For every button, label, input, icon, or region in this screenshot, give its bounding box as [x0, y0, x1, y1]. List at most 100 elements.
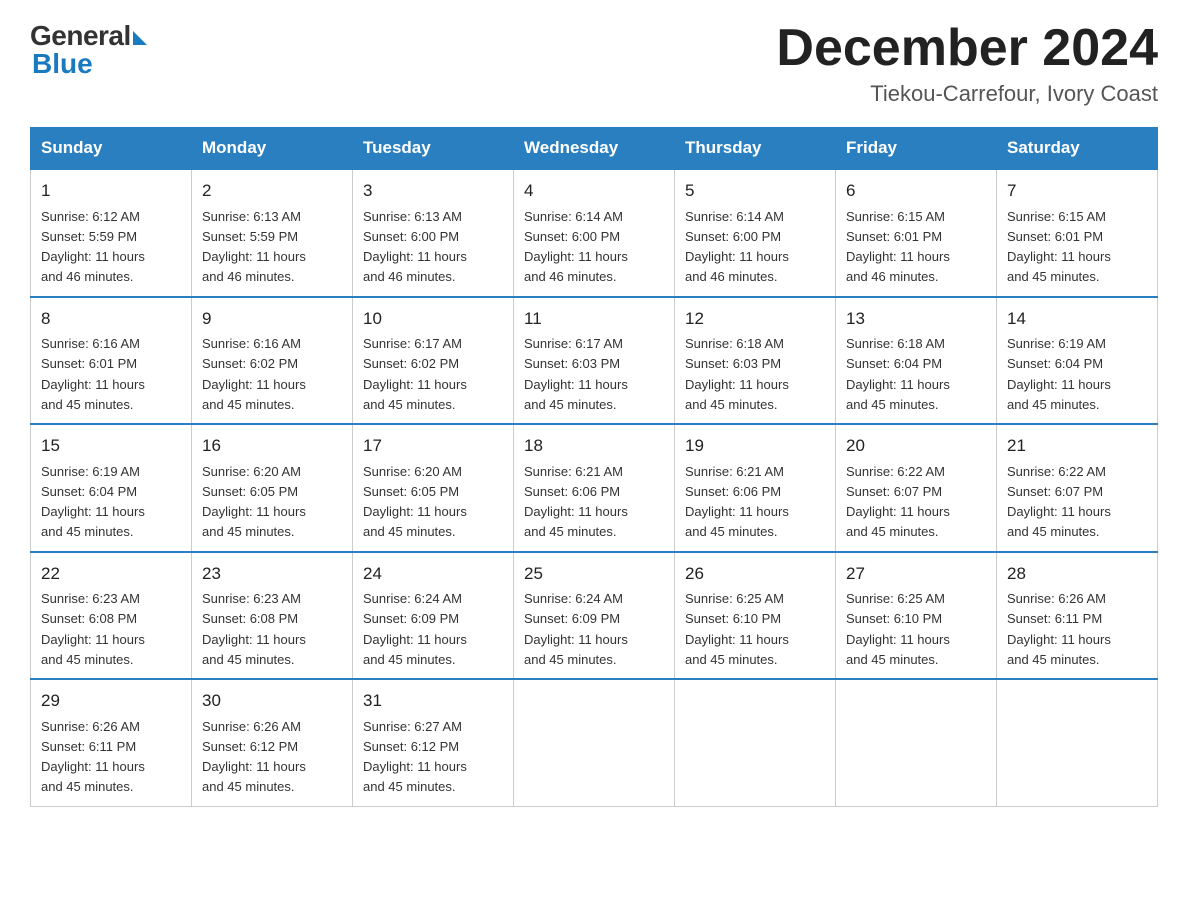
calendar-body: 1 Sunrise: 6:12 AMSunset: 5:59 PMDayligh…: [31, 169, 1158, 806]
calendar-day-cell: 31 Sunrise: 6:27 AMSunset: 6:12 PMDaylig…: [353, 679, 514, 806]
day-number: 7: [1007, 178, 1147, 204]
month-title: December 2024: [776, 20, 1158, 77]
calendar-day-cell: 7 Sunrise: 6:15 AMSunset: 6:01 PMDayligh…: [997, 169, 1158, 297]
day-number: 29: [41, 688, 181, 714]
day-info: Sunrise: 6:15 AMSunset: 6:01 PMDaylight:…: [1007, 209, 1111, 285]
day-number: 5: [685, 178, 825, 204]
day-number: 30: [202, 688, 342, 714]
calendar-day-cell: 15 Sunrise: 6:19 AMSunset: 6:04 PMDaylig…: [31, 424, 192, 552]
calendar-header-cell: Tuesday: [353, 128, 514, 170]
calendar-header-cell: Sunday: [31, 128, 192, 170]
day-number: 26: [685, 561, 825, 587]
day-info: Sunrise: 6:27 AMSunset: 6:12 PMDaylight:…: [363, 719, 467, 795]
calendar-day-cell: 18 Sunrise: 6:21 AMSunset: 6:06 PMDaylig…: [514, 424, 675, 552]
calendar-day-cell: 24 Sunrise: 6:24 AMSunset: 6:09 PMDaylig…: [353, 552, 514, 680]
day-number: 17: [363, 433, 503, 459]
day-info: Sunrise: 6:17 AMSunset: 6:02 PMDaylight:…: [363, 336, 467, 412]
calendar-day-cell: 22 Sunrise: 6:23 AMSunset: 6:08 PMDaylig…: [31, 552, 192, 680]
location-title: Tiekou-Carrefour, Ivory Coast: [776, 81, 1158, 107]
day-number: 16: [202, 433, 342, 459]
calendar-day-cell: [836, 679, 997, 806]
day-info: Sunrise: 6:15 AMSunset: 6:01 PMDaylight:…: [846, 209, 950, 285]
day-info: Sunrise: 6:22 AMSunset: 6:07 PMDaylight:…: [846, 464, 950, 540]
calendar-table: SundayMondayTuesdayWednesdayThursdayFrid…: [30, 127, 1158, 807]
calendar-day-cell: 12 Sunrise: 6:18 AMSunset: 6:03 PMDaylig…: [675, 297, 836, 425]
day-info: Sunrise: 6:26 AMSunset: 6:12 PMDaylight:…: [202, 719, 306, 795]
calendar-day-cell: 10 Sunrise: 6:17 AMSunset: 6:02 PMDaylig…: [353, 297, 514, 425]
calendar-header-cell: Friday: [836, 128, 997, 170]
day-info: Sunrise: 6:26 AMSunset: 6:11 PMDaylight:…: [41, 719, 145, 795]
calendar-day-cell: 11 Sunrise: 6:17 AMSunset: 6:03 PMDaylig…: [514, 297, 675, 425]
day-info: Sunrise: 6:13 AMSunset: 5:59 PMDaylight:…: [202, 209, 306, 285]
day-info: Sunrise: 6:23 AMSunset: 6:08 PMDaylight:…: [202, 591, 306, 667]
calendar-day-cell: 17 Sunrise: 6:20 AMSunset: 6:05 PMDaylig…: [353, 424, 514, 552]
day-info: Sunrise: 6:18 AMSunset: 6:04 PMDaylight:…: [846, 336, 950, 412]
calendar-day-cell: 1 Sunrise: 6:12 AMSunset: 5:59 PMDayligh…: [31, 169, 192, 297]
day-number: 10: [363, 306, 503, 332]
day-number: 20: [846, 433, 986, 459]
calendar-header-row: SundayMondayTuesdayWednesdayThursdayFrid…: [31, 128, 1158, 170]
calendar-day-cell: 20 Sunrise: 6:22 AMSunset: 6:07 PMDaylig…: [836, 424, 997, 552]
calendar-day-cell: 25 Sunrise: 6:24 AMSunset: 6:09 PMDaylig…: [514, 552, 675, 680]
calendar-day-cell: 5 Sunrise: 6:14 AMSunset: 6:00 PMDayligh…: [675, 169, 836, 297]
day-number: 1: [41, 178, 181, 204]
calendar-day-cell: 27 Sunrise: 6:25 AMSunset: 6:10 PMDaylig…: [836, 552, 997, 680]
calendar-header-cell: Wednesday: [514, 128, 675, 170]
calendar-day-cell: 9 Sunrise: 6:16 AMSunset: 6:02 PMDayligh…: [192, 297, 353, 425]
calendar-header-cell: Saturday: [997, 128, 1158, 170]
calendar-day-cell: 8 Sunrise: 6:16 AMSunset: 6:01 PMDayligh…: [31, 297, 192, 425]
calendar-day-cell: 16 Sunrise: 6:20 AMSunset: 6:05 PMDaylig…: [192, 424, 353, 552]
day-info: Sunrise: 6:13 AMSunset: 6:00 PMDaylight:…: [363, 209, 467, 285]
day-info: Sunrise: 6:25 AMSunset: 6:10 PMDaylight:…: [846, 591, 950, 667]
day-info: Sunrise: 6:20 AMSunset: 6:05 PMDaylight:…: [202, 464, 306, 540]
day-number: 25: [524, 561, 664, 587]
day-info: Sunrise: 6:18 AMSunset: 6:03 PMDaylight:…: [685, 336, 789, 412]
calendar-day-cell: 13 Sunrise: 6:18 AMSunset: 6:04 PMDaylig…: [836, 297, 997, 425]
day-info: Sunrise: 6:25 AMSunset: 6:10 PMDaylight:…: [685, 591, 789, 667]
calendar-week-row: 1 Sunrise: 6:12 AMSunset: 5:59 PMDayligh…: [31, 169, 1158, 297]
calendar-day-cell: 6 Sunrise: 6:15 AMSunset: 6:01 PMDayligh…: [836, 169, 997, 297]
day-number: 2: [202, 178, 342, 204]
day-info: Sunrise: 6:19 AMSunset: 6:04 PMDaylight:…: [41, 464, 145, 540]
day-number: 15: [41, 433, 181, 459]
calendar-day-cell: [675, 679, 836, 806]
day-number: 9: [202, 306, 342, 332]
day-info: Sunrise: 6:23 AMSunset: 6:08 PMDaylight:…: [41, 591, 145, 667]
calendar-day-cell: 30 Sunrise: 6:26 AMSunset: 6:12 PMDaylig…: [192, 679, 353, 806]
day-info: Sunrise: 6:21 AMSunset: 6:06 PMDaylight:…: [524, 464, 628, 540]
calendar-week-row: 29 Sunrise: 6:26 AMSunset: 6:11 PMDaylig…: [31, 679, 1158, 806]
title-section: December 2024 Tiekou-Carrefour, Ivory Co…: [776, 20, 1158, 107]
calendar-day-cell: [514, 679, 675, 806]
day-number: 22: [41, 561, 181, 587]
day-info: Sunrise: 6:20 AMSunset: 6:05 PMDaylight:…: [363, 464, 467, 540]
day-number: 12: [685, 306, 825, 332]
day-number: 24: [363, 561, 503, 587]
day-info: Sunrise: 6:14 AMSunset: 6:00 PMDaylight:…: [524, 209, 628, 285]
logo: General Blue: [30, 20, 147, 80]
day-number: 11: [524, 306, 664, 332]
day-info: Sunrise: 6:16 AMSunset: 6:01 PMDaylight:…: [41, 336, 145, 412]
calendar-week-row: 8 Sunrise: 6:16 AMSunset: 6:01 PMDayligh…: [31, 297, 1158, 425]
calendar-day-cell: 29 Sunrise: 6:26 AMSunset: 6:11 PMDaylig…: [31, 679, 192, 806]
page-header: General Blue December 2024 Tiekou-Carref…: [30, 20, 1158, 107]
calendar-day-cell: 4 Sunrise: 6:14 AMSunset: 6:00 PMDayligh…: [514, 169, 675, 297]
day-info: Sunrise: 6:16 AMSunset: 6:02 PMDaylight:…: [202, 336, 306, 412]
day-number: 6: [846, 178, 986, 204]
day-info: Sunrise: 6:14 AMSunset: 6:00 PMDaylight:…: [685, 209, 789, 285]
day-number: 28: [1007, 561, 1147, 587]
calendar-day-cell: 23 Sunrise: 6:23 AMSunset: 6:08 PMDaylig…: [192, 552, 353, 680]
day-number: 19: [685, 433, 825, 459]
calendar-header-cell: Thursday: [675, 128, 836, 170]
logo-triangle-icon: [133, 31, 147, 45]
calendar-header-cell: Monday: [192, 128, 353, 170]
calendar-day-cell: 3 Sunrise: 6:13 AMSunset: 6:00 PMDayligh…: [353, 169, 514, 297]
day-number: 23: [202, 561, 342, 587]
calendar-day-cell: 19 Sunrise: 6:21 AMSunset: 6:06 PMDaylig…: [675, 424, 836, 552]
day-info: Sunrise: 6:21 AMSunset: 6:06 PMDaylight:…: [685, 464, 789, 540]
day-number: 14: [1007, 306, 1147, 332]
day-info: Sunrise: 6:19 AMSunset: 6:04 PMDaylight:…: [1007, 336, 1111, 412]
day-number: 4: [524, 178, 664, 204]
calendar-week-row: 22 Sunrise: 6:23 AMSunset: 6:08 PMDaylig…: [31, 552, 1158, 680]
day-info: Sunrise: 6:17 AMSunset: 6:03 PMDaylight:…: [524, 336, 628, 412]
day-info: Sunrise: 6:12 AMSunset: 5:59 PMDaylight:…: [41, 209, 145, 285]
